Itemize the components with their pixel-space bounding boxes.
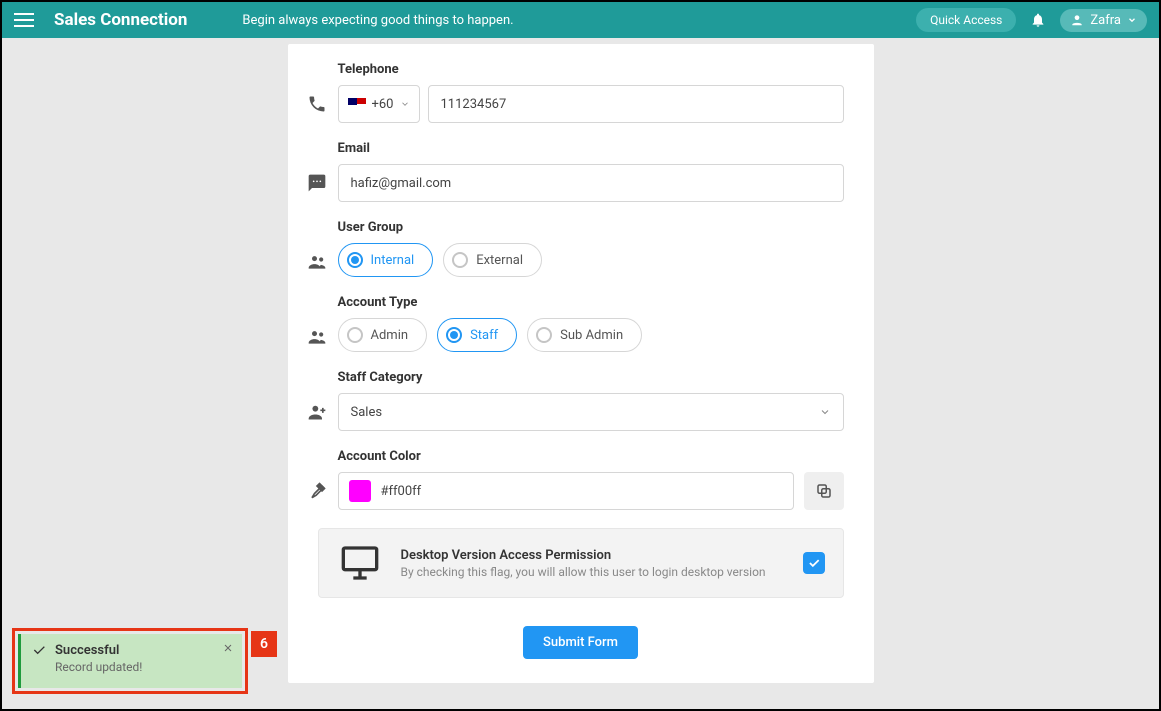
- color-value: #ff00ff: [381, 484, 422, 499]
- close-icon[interactable]: [222, 642, 234, 654]
- monitor-icon: [337, 543, 383, 583]
- permission-box: Desktop Version Access Permission By che…: [318, 528, 844, 598]
- quick-access-button[interactable]: Quick Access: [916, 8, 1016, 32]
- chevron-down-icon: [819, 406, 831, 418]
- radio-dot-icon: [452, 252, 468, 268]
- account-type-radios: Admin Staff Sub Admin: [338, 318, 844, 352]
- check-icon: [807, 556, 821, 570]
- copy-icon: [815, 482, 833, 500]
- user-menu[interactable]: Zafra: [1060, 9, 1147, 32]
- radio-dot-icon: [347, 327, 363, 343]
- telephone-label: Telephone: [338, 62, 844, 77]
- top-bar: Sales Connection Begin always expecting …: [2, 2, 1159, 38]
- avatar-icon: [1070, 13, 1084, 27]
- chevron-down-icon: [400, 99, 410, 109]
- message-icon: [307, 173, 327, 193]
- toast: Successful Record updated!: [18, 634, 242, 688]
- user-name: Zafra: [1090, 13, 1121, 28]
- phone-icon: [307, 94, 327, 114]
- tagline-text: Begin always expecting good things to ha…: [242, 13, 513, 28]
- person-add-icon: [307, 402, 327, 422]
- form-card: Telephone +60 Email Us: [288, 44, 874, 683]
- account-color-label: Account Color: [338, 449, 844, 464]
- permission-desc: By checking this flag, you will allow th…: [401, 565, 766, 579]
- callout-number: 6: [251, 631, 277, 657]
- radio-dot-icon: [536, 327, 552, 343]
- account-type-label: Account Type: [338, 295, 844, 310]
- radio-external[interactable]: External: [443, 243, 542, 277]
- user-group-label: User Group: [338, 220, 844, 235]
- country-code-value: +60: [372, 97, 394, 112]
- toast-title: Successful: [55, 643, 119, 658]
- radio-dot-icon: [347, 252, 363, 268]
- submit-button[interactable]: Submit Form: [523, 626, 638, 659]
- group-icon: [307, 327, 327, 347]
- menu-icon[interactable]: [14, 13, 34, 27]
- eyedropper-icon: [307, 481, 327, 501]
- toast-message: Record updated!: [55, 660, 232, 674]
- country-code-select[interactable]: +60: [338, 85, 420, 123]
- radio-dot-icon: [446, 327, 462, 343]
- copy-button[interactable]: [804, 472, 844, 510]
- bell-icon[interactable]: [1030, 12, 1046, 28]
- color-swatch: [349, 480, 371, 502]
- staff-category-value: Sales: [351, 405, 383, 420]
- email-input[interactable]: [338, 164, 844, 202]
- staff-category-label: Staff Category: [338, 370, 844, 385]
- permission-checkbox[interactable]: [803, 552, 825, 574]
- staff-category-select[interactable]: Sales: [338, 393, 844, 431]
- chevron-down-icon: [1127, 15, 1137, 25]
- radio-staff[interactable]: Staff: [437, 318, 517, 352]
- color-input[interactable]: #ff00ff: [338, 472, 794, 510]
- radio-internal[interactable]: Internal: [338, 243, 434, 277]
- radio-admin[interactable]: Admin: [338, 318, 428, 352]
- permission-title: Desktop Version Access Permission: [401, 548, 766, 563]
- brand-title: Sales Connection: [54, 10, 187, 30]
- toast-highlight: Successful Record updated! 6: [12, 628, 248, 694]
- check-icon: [31, 642, 47, 658]
- email-label: Email: [338, 141, 844, 156]
- user-group-radios: Internal External: [338, 243, 844, 277]
- flag-icon: [348, 98, 366, 110]
- group-icon: [307, 252, 327, 272]
- telephone-input[interactable]: [428, 85, 844, 123]
- radio-sub-admin[interactable]: Sub Admin: [527, 318, 642, 352]
